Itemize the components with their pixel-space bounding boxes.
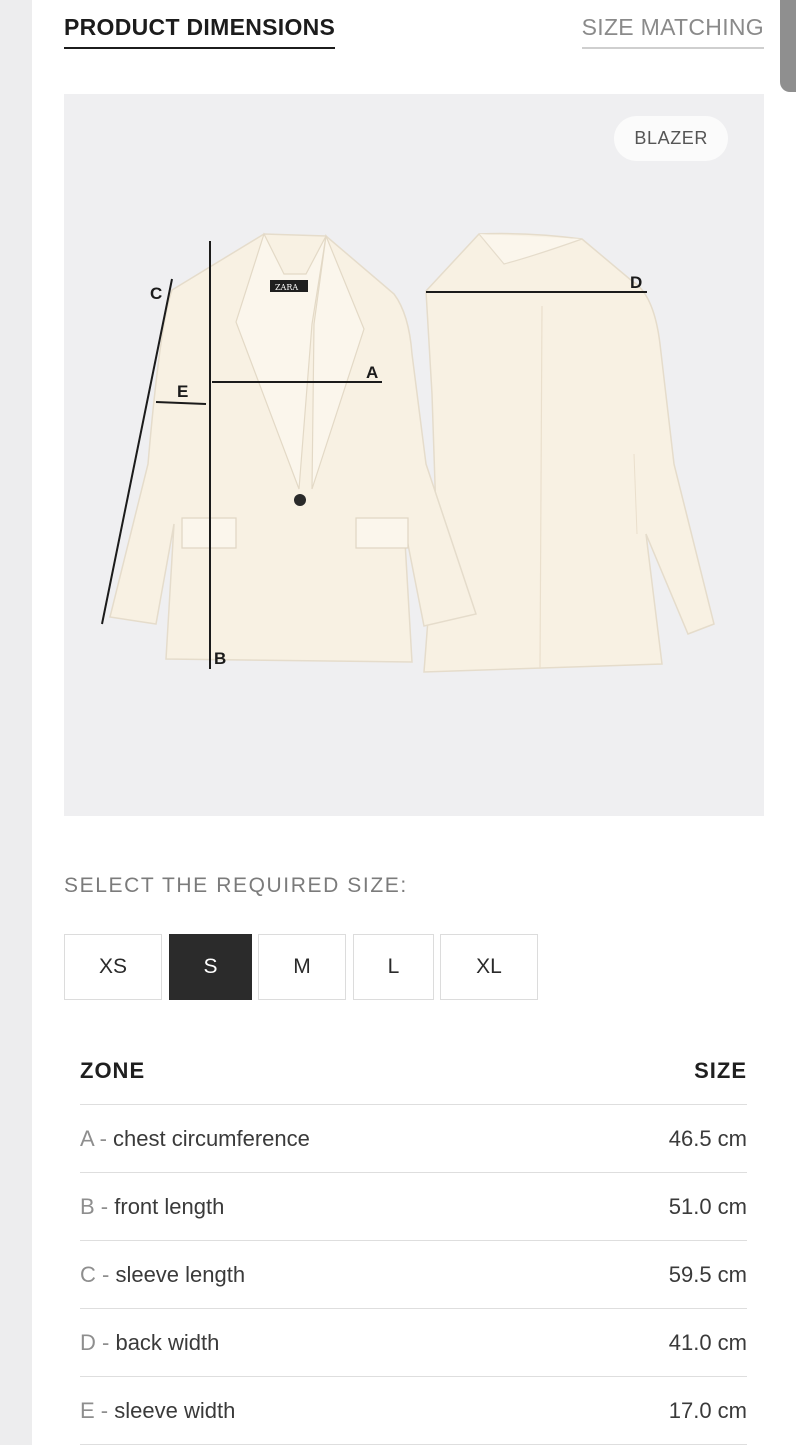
size-value: 51.0 cm — [668, 1194, 747, 1219]
zone-letter: C — [80, 1262, 96, 1287]
tab-product-dimensions[interactable]: PRODUCT DIMENSIONS — [64, 14, 336, 49]
zone-letter: D — [80, 1330, 96, 1355]
zone-separator: - — [95, 1330, 116, 1355]
zone-name: sleeve width — [114, 1398, 236, 1423]
header-size: SIZE — [694, 1058, 747, 1083]
marker-a: A — [366, 363, 378, 382]
zone-separator: - — [94, 1194, 115, 1219]
zone-cell: B - front length — [80, 1194, 224, 1220]
table-row: D - back width 41.0 cm — [80, 1309, 747, 1377]
size-option-m[interactable]: M — [258, 934, 346, 1000]
zone-cell: C - sleeve length — [80, 1262, 245, 1288]
zara-logo: ZARA — [275, 283, 298, 292]
tab-bar: PRODUCT DIMENSIONS SIZE MATCHING — [64, 0, 764, 60]
marker-b: B — [214, 649, 226, 668]
zone-separator: - — [93, 1126, 114, 1151]
blazer-front-view: ZARA — [109, 232, 477, 663]
table-header: ZONE SIZE — [80, 1040, 747, 1105]
tab-size-matching[interactable]: SIZE MATCHING — [581, 14, 764, 49]
zone-letter: B — [80, 1194, 95, 1219]
zone-cell: D - back width — [80, 1330, 219, 1356]
size-option-xl[interactable]: XL — [440, 934, 538, 1000]
product-image: ZARA A B C D E BLAZER — [64, 94, 764, 816]
zone-name: sleeve length — [115, 1262, 246, 1287]
table-row: B - front length 51.0 cm — [80, 1173, 747, 1241]
size-value: 17.0 cm — [668, 1398, 747, 1423]
size-value: 59.5 cm — [668, 1262, 747, 1287]
size-table: ZONE SIZE A - chest circumference 46.5 c… — [80, 1040, 747, 1445]
zone-separator: - — [95, 1262, 116, 1287]
zone-cell: E - sleeve width — [80, 1398, 235, 1424]
zone-separator: - — [94, 1398, 115, 1423]
size-option-l[interactable]: L — [353, 934, 434, 1000]
select-size-label: SELECT THE REQUIRED SIZE: — [64, 874, 408, 897]
scrollbar-thumb[interactable] — [780, 0, 796, 92]
size-option-xs[interactable]: XS — [64, 934, 162, 1000]
header-zone: ZONE — [80, 1058, 146, 1083]
zone-name: front length — [114, 1194, 225, 1219]
zone-letter: A — [80, 1126, 94, 1151]
blazer-diagram: ZARA A B C D E — [101, 232, 715, 673]
marker-d: D — [630, 273, 642, 292]
zone-letter: E — [80, 1398, 95, 1423]
table-row: A - chest circumference 46.5 cm — [80, 1105, 747, 1173]
size-value: 41.0 cm — [668, 1330, 747, 1355]
product-type-badge: BLAZER — [614, 116, 728, 161]
size-value: 46.5 cm — [668, 1126, 747, 1151]
table-row: C - sleeve length 59.5 cm — [80, 1241, 747, 1309]
table-row: E - sleeve width 17.0 cm — [80, 1377, 747, 1445]
marker-e: E — [177, 382, 188, 401]
zone-name: back width — [115, 1330, 220, 1355]
zone-name: chest circumference — [113, 1126, 310, 1151]
size-option-s[interactable]: S — [169, 934, 252, 1000]
marker-c: C — [150, 284, 162, 303]
zone-cell: A - chest circumference — [80, 1126, 310, 1152]
